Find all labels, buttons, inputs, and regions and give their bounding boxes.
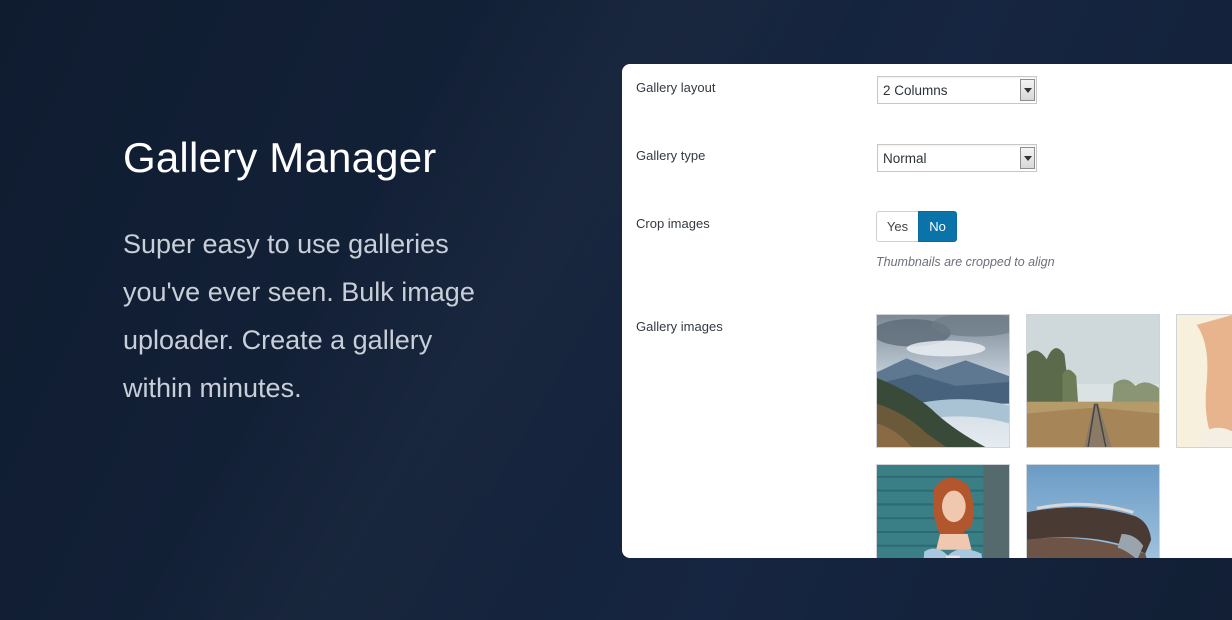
- gallery-type-value: Normal: [883, 151, 927, 166]
- hero-section: Gallery Manager Super easy to use galler…: [123, 132, 523, 412]
- crop-images-toggle[interactable]: Yes No: [876, 211, 957, 242]
- woman-beach-image[interactable]: [1176, 314, 1232, 448]
- mountain-lake-image[interactable]: [876, 314, 1010, 448]
- crop-images-hint: Thumbnails are cropped to align: [876, 255, 1055, 269]
- crop-no-button[interactable]: No: [918, 211, 957, 242]
- crop-images-label: Crop images: [636, 216, 710, 231]
- hero-description: Super easy to use galleries you've ever …: [123, 229, 475, 403]
- gallery-layout-label: Gallery layout: [636, 80, 716, 95]
- woman-denim-image[interactable]: [876, 464, 1010, 558]
- chevron-down-icon[interactable]: [1020, 79, 1035, 101]
- chevron-down-icon[interactable]: [1020, 147, 1035, 169]
- gallery-layout-value: 2 Columns: [883, 83, 948, 98]
- vintage-car-image[interactable]: [1026, 464, 1160, 558]
- railway-tracks-image[interactable]: [1026, 314, 1160, 448]
- gallery-type-label: Gallery type: [636, 148, 706, 163]
- gallery-settings-panel: Gallery layout 2 Columns Gallery type No…: [622, 64, 1232, 558]
- gallery-type-select[interactable]: Normal: [877, 144, 1037, 172]
- gallery-images-label: Gallery images: [636, 319, 723, 334]
- hero-title: Gallery Manager: [123, 134, 437, 181]
- crop-yes-button[interactable]: Yes: [876, 211, 918, 242]
- gallery-layout-select[interactable]: 2 Columns: [877, 76, 1037, 104]
